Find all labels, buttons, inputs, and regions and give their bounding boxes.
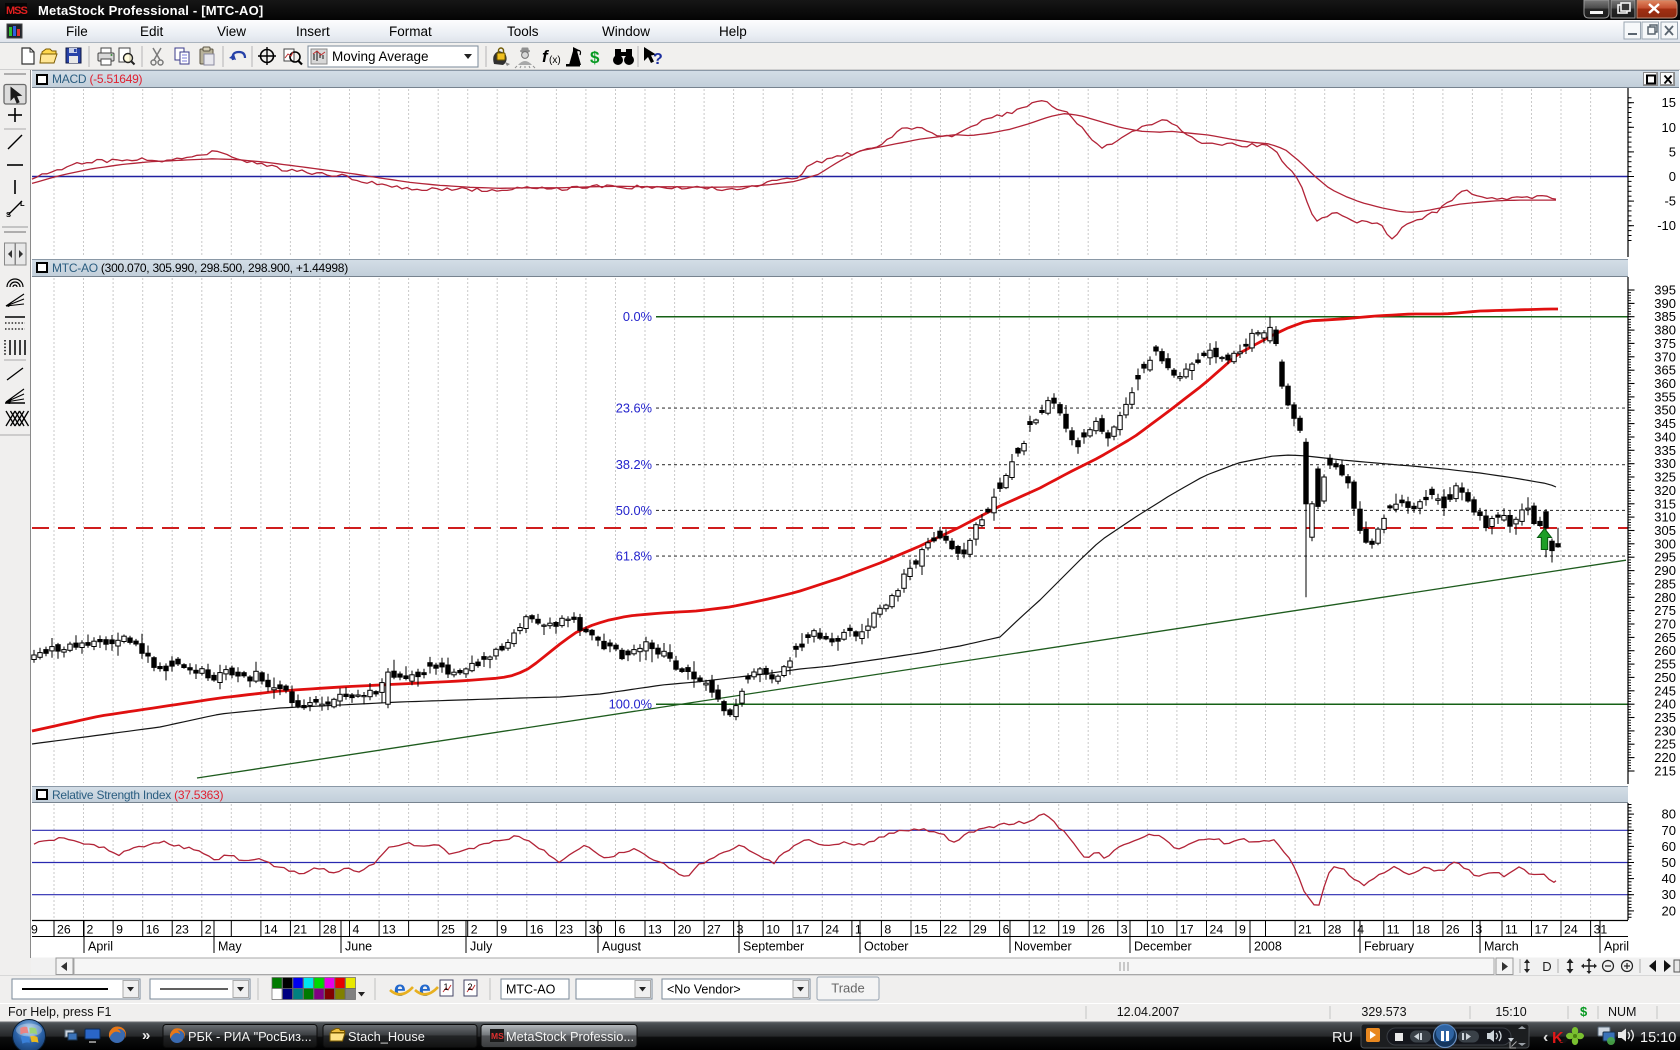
svg-text:RU: RU <box>1332 1030 1353 1046</box>
svg-text:MetaStock Professio...: MetaStock Professio... <box>506 1029 634 1044</box>
svg-text:15:10: 15:10 <box>1640 1030 1676 1046</box>
svg-text:MS: MS <box>491 1031 504 1041</box>
svg-text:‹: ‹ <box>1543 1029 1548 1046</box>
svg-text:K: K <box>1552 1030 1564 1047</box>
svg-text:РБК - РИА "РосБиз...: РБК - РИА "РосБиз... <box>188 1029 312 1044</box>
svg-text:»: » <box>142 1027 150 1044</box>
svg-text:Stach_House: Stach_House <box>348 1029 425 1044</box>
